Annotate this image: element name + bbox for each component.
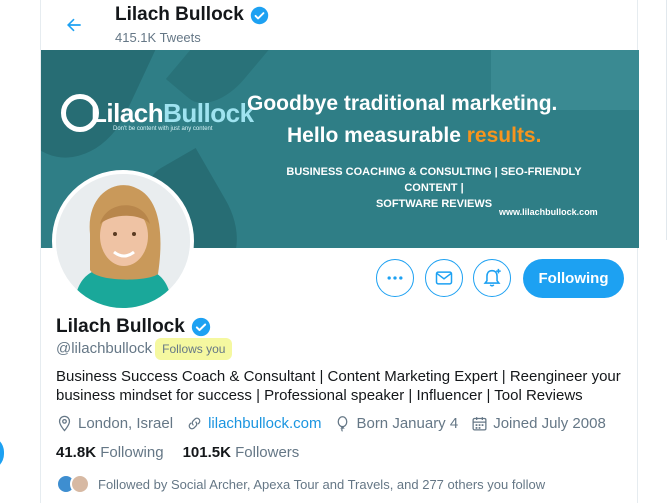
location-pin-icon [58, 415, 71, 432]
balloon-icon [338, 416, 348, 432]
right-divider [666, 0, 667, 240]
following-count-link[interactable]: 41.8K Following [56, 444, 164, 461]
bio-line: Business Success Coach & Consultant | Co… [56, 368, 621, 385]
joined-date: Joined July 2008 [471, 415, 606, 432]
banner-headline-2: Hello measurable results. [287, 124, 542, 147]
logo-tagline: Don't be content with just any content [113, 126, 213, 132]
birthday: Born January 4 [334, 415, 458, 432]
following-button[interactable]: Following [523, 259, 624, 298]
location: London, Israel [56, 415, 173, 432]
follows-you-badge: Follows you [158, 340, 230, 357]
avatar-photo [56, 174, 190, 308]
header-title: Lilach Bullock [115, 4, 244, 25]
logo-mark-icon [61, 94, 99, 132]
banner-services: BUSINESS COACHING & CONSULTING | SEO-FRI… [286, 166, 582, 210]
banner-logo: LilachBullock Don't be content with just… [61, 94, 254, 132]
banner-headline-1: Goodbye traditional marketing. [247, 92, 558, 115]
tweet-count: 415.1K Tweets [115, 30, 201, 45]
avatar[interactable] [52, 170, 194, 312]
followed-by-row[interactable]: Followed by Social Archer, Apexa Tour an… [56, 474, 545, 494]
follow-stats: 41.8K Following 101.5K Followers [56, 444, 318, 461]
follower-avatar [70, 474, 90, 494]
handle-row: @lilachbullock Follows you [56, 340, 230, 357]
more-horizontal-icon [387, 276, 403, 280]
birthday-text: Born January 4 [356, 415, 459, 432]
location-text: London, Israel [78, 415, 174, 432]
website: lilachbullock.com [186, 415, 321, 432]
logo-text: LilachBullock [91, 97, 254, 128]
profile-column: Lilach Bullock 415.1K Tweets LilachBullo… [40, 0, 639, 503]
message-button[interactable] [425, 259, 463, 297]
profile-name: Lilach Bullock [56, 316, 185, 337]
profile-name-row: Lilach Bullock [56, 316, 211, 338]
verified-badge-icon [250, 6, 269, 24]
arrow-left-icon [67, 18, 81, 32]
header-title-row: Lilach Bullock [115, 4, 269, 26]
link-icon [188, 417, 201, 430]
website-link[interactable]: lilachbullock.com [208, 415, 321, 432]
joined-text: Joined July 2008 [493, 415, 606, 432]
profile-bio: Business Success Coach & Consultant | Co… [56, 367, 631, 405]
banner-url: www.lilachbullock.com [499, 207, 598, 217]
followed-by-text: Followed by Social Archer, Apexa Tour an… [98, 476, 546, 492]
followers-count-link[interactable]: 101.5K Followers [183, 444, 300, 461]
bio-line: business mindset for success | Professio… [56, 387, 583, 404]
calendar-icon [472, 417, 487, 431]
profile-handle: @lilachbullock [56, 340, 153, 357]
more-options-button[interactable] [376, 259, 414, 297]
envelope-icon [435, 271, 453, 285]
profile-meta: London, Israel lilachbullock.com Born Ja… [56, 415, 619, 432]
back-button[interactable] [57, 8, 91, 42]
bell-plus-icon [483, 268, 501, 287]
notifications-button[interactable] [473, 259, 511, 297]
verified-badge-icon [191, 317, 210, 337]
floating-action-edge[interactable] [0, 436, 4, 470]
profile-header: Lilach Bullock 415.1K Tweets [41, 0, 639, 50]
